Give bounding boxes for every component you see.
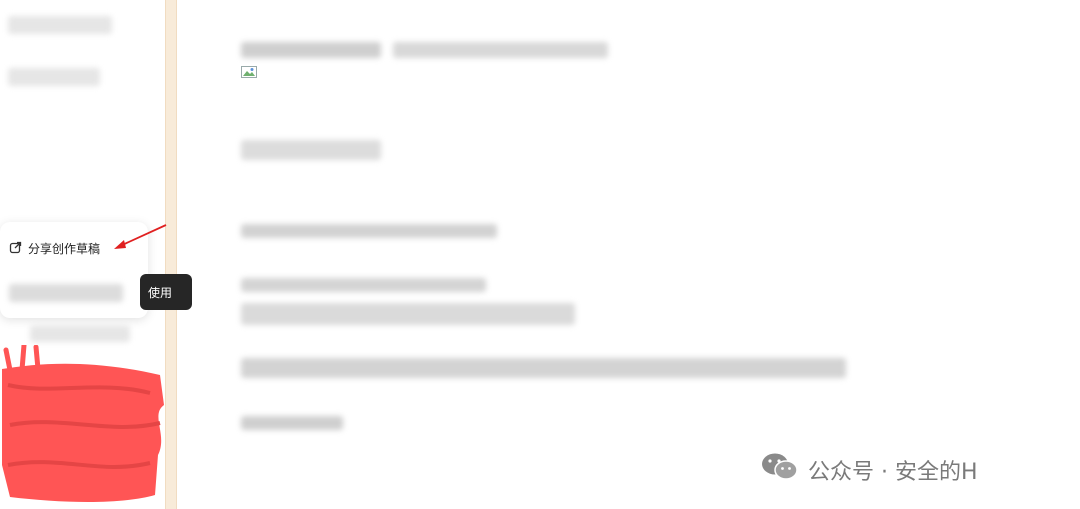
content-line-blurred [393, 42, 608, 58]
share-draft-menu-item[interactable]: 分享创作草稿 [9, 240, 100, 257]
share-draft-label: 分享创作草稿 [28, 242, 101, 256]
content-line-blurred [241, 278, 486, 292]
watermark: 公众号 · 安全的H [760, 451, 978, 489]
content-line-blurred [241, 416, 343, 430]
share-icon [9, 241, 22, 257]
content-line-blurred [241, 358, 846, 378]
tooltip: 使用 [140, 274, 192, 310]
wechat-icon [760, 451, 800, 489]
content-line-blurred [241, 42, 381, 58]
broken-image-icon [241, 66, 257, 78]
tooltip-text: 使用 [148, 285, 173, 300]
redaction-scribble [2, 345, 164, 502]
popup-item-blurred[interactable] [9, 284, 123, 302]
annotation-arrow [114, 224, 167, 249]
content-line-blurred [241, 224, 497, 238]
sidebar-divider[interactable] [165, 0, 177, 509]
sidebar-item-blurred[interactable] [8, 16, 112, 34]
watermark-text: 公众号 · 安全的H [808, 460, 978, 485]
sidebar-item-blurred[interactable] [8, 68, 100, 86]
content-line-blurred [241, 140, 381, 160]
sidebar-item-blurred[interactable] [30, 326, 130, 342]
content-line-blurred [241, 303, 575, 325]
